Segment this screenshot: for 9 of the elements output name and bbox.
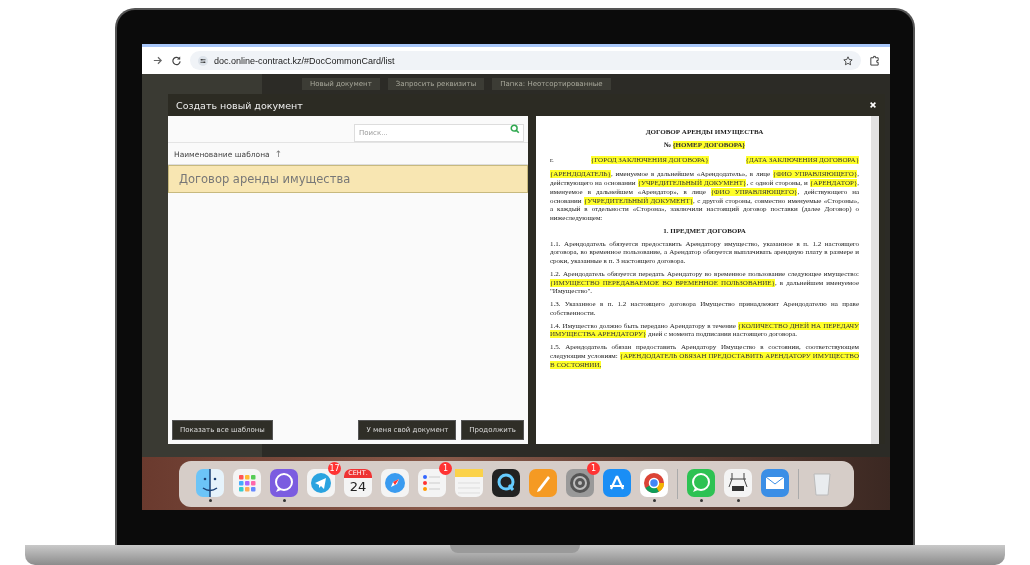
calendar-day: 24 <box>349 477 367 496</box>
notification-badge: 1 <box>439 461 452 475</box>
template-row[interactable]: Договор аренды имущества <box>168 165 528 193</box>
notification-badge: 1 <box>587 461 600 475</box>
address-bar[interactable]: doc.online-contract.kz/#DocCommonCard/list <box>190 51 861 70</box>
notification-badge: 17 <box>328 461 341 475</box>
dialog-title: Создать новый документ <box>176 99 303 111</box>
url-text: doc.online-contract.kz/#DocCommonCard/list <box>214 55 395 66</box>
sort-arrow[interactable]: ↑ <box>274 149 283 159</box>
